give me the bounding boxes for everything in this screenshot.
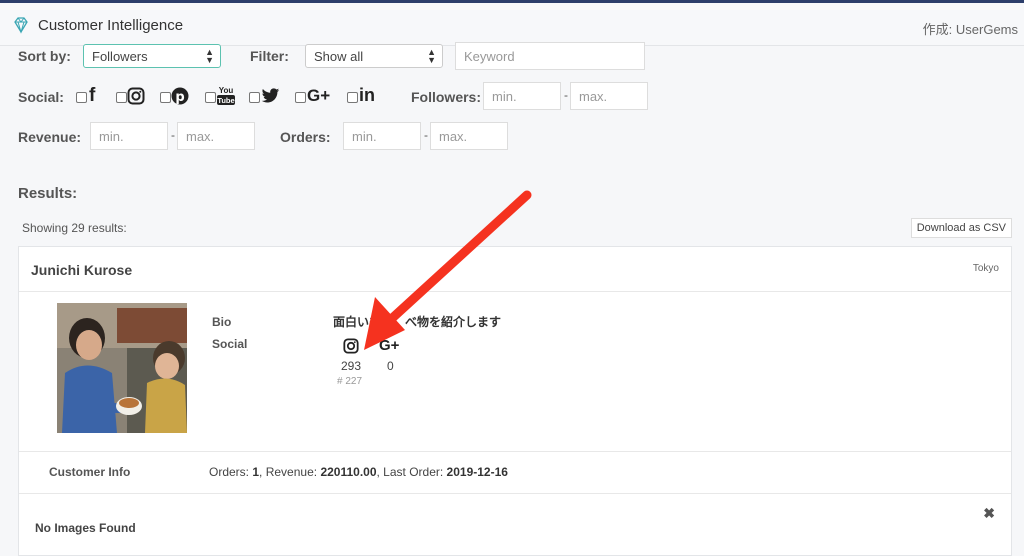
range-dash: - (171, 128, 175, 142)
instagram-post-count: # 227 (337, 376, 363, 387)
divider (19, 493, 1011, 494)
orders-value: 1 (252, 465, 260, 479)
bio-text: 面白いも べ物を紹介します (333, 315, 502, 329)
revenue-max-input[interactable]: max. (177, 122, 255, 150)
orders-max-input[interactable]: max. (430, 122, 508, 150)
select-arrows-icon: ▲ ▼ (205, 47, 214, 65)
followers-max-input[interactable]: max. (570, 82, 648, 110)
social-field-label: Social (212, 337, 248, 351)
svg-text:p: p (175, 90, 184, 105)
revenue-value: 220110.00 (320, 465, 377, 479)
linkedin-checkbox[interactable] (347, 92, 358, 103)
instagram-icon[interactable] (343, 338, 359, 354)
customer-name[interactable]: Junichi Kurose (31, 262, 132, 278)
twitter-checkbox[interactable] (249, 92, 260, 103)
customer-photo (57, 303, 187, 433)
followers-min-input[interactable]: min. (483, 82, 561, 110)
filter-select[interactable]: Show all ▲ ▼ (305, 44, 443, 68)
customer-card-header: Junichi Kurose Tokyo (19, 247, 1011, 292)
author-credit: 作成: UserGems (922, 22, 1018, 37)
svg-text:Tube: Tube (217, 96, 234, 105)
customer-info-value: Orders: 1, Revenue: 220110.00, Last Orde… (209, 465, 508, 479)
sort-label: Sort by: (18, 48, 71, 64)
facebook-icon: f (89, 85, 96, 106)
google-follower-count: 0 (387, 359, 394, 373)
youtube-icon: You Tube (217, 86, 235, 105)
results-count: Showing 29 results: (22, 221, 127, 235)
instagram-follower-count: 293 (341, 359, 362, 373)
placeholder: min. (99, 129, 124, 144)
youtube-checkbox[interactable] (205, 92, 216, 103)
customer-info-label: Customer Info (49, 465, 131, 479)
placeholder: max. (186, 129, 215, 144)
pinterest-icon: p (171, 87, 189, 105)
bio-label: Bio (212, 315, 232, 329)
keyword-input[interactable]: Keyword (455, 42, 645, 70)
google-plus-checkbox[interactable] (295, 92, 306, 103)
filter-label: Filter: (250, 48, 289, 64)
google-plus-icon: G+ (307, 86, 331, 105)
placeholder: min. (492, 89, 517, 104)
linkedin-icon: in (359, 85, 375, 105)
twitter-icon (261, 88, 280, 103)
customer-location: Tokyo (972, 263, 999, 274)
revenue-label: Revenue: (18, 129, 82, 145)
google-plus-icon[interactable]: G+ (379, 337, 399, 354)
top-bar: Customer Intelligence 作成: UserGems (0, 0, 1024, 46)
diamond-logo-icon (14, 17, 28, 34)
close-icon[interactable]: ✖ (983, 505, 995, 522)
instagram-checkbox[interactable] (116, 92, 127, 103)
select-arrows-icon: ▲ ▼ (427, 47, 436, 65)
followers-label: Followers: (411, 89, 482, 105)
divider (19, 451, 1011, 452)
range-dash: - (424, 128, 428, 142)
facebook-checkbox[interactable] (76, 92, 87, 103)
revenue-label: Revenue: (265, 465, 318, 479)
no-images-message: No Images Found (35, 521, 136, 535)
customer-card: Junichi Kurose Tokyo Bio 面白いも べ物を紹介します S… (18, 246, 1012, 556)
filter-select-value: Show all (314, 49, 364, 64)
keyword-placeholder: Keyword (464, 49, 515, 64)
instagram-icon (127, 87, 145, 105)
app-title: Customer Intelligence (38, 17, 184, 34)
pinterest-checkbox[interactable] (160, 92, 171, 103)
last-order-label: Last Order: (383, 465, 444, 479)
last-order-value: 2019-12-16 (446, 465, 508, 479)
sort-select-value: Followers (92, 49, 148, 64)
placeholder: min. (352, 129, 377, 144)
revenue-min-input[interactable]: min. (90, 122, 168, 150)
sort-select[interactable]: Followers ▲ ▼ (83, 44, 221, 68)
placeholder: max. (439, 129, 468, 144)
orders-min-input[interactable]: min. (343, 122, 421, 150)
placeholder: max. (579, 89, 608, 104)
range-dash: - (564, 88, 568, 102)
orders-label: Orders: (209, 465, 250, 479)
orders-label: Orders: (280, 129, 331, 145)
results-title: Results: (18, 185, 78, 202)
social-label: Social: (18, 89, 64, 105)
download-csv-button[interactable]: Download as CSV (910, 218, 1012, 238)
svg-text:You: You (219, 86, 234, 95)
